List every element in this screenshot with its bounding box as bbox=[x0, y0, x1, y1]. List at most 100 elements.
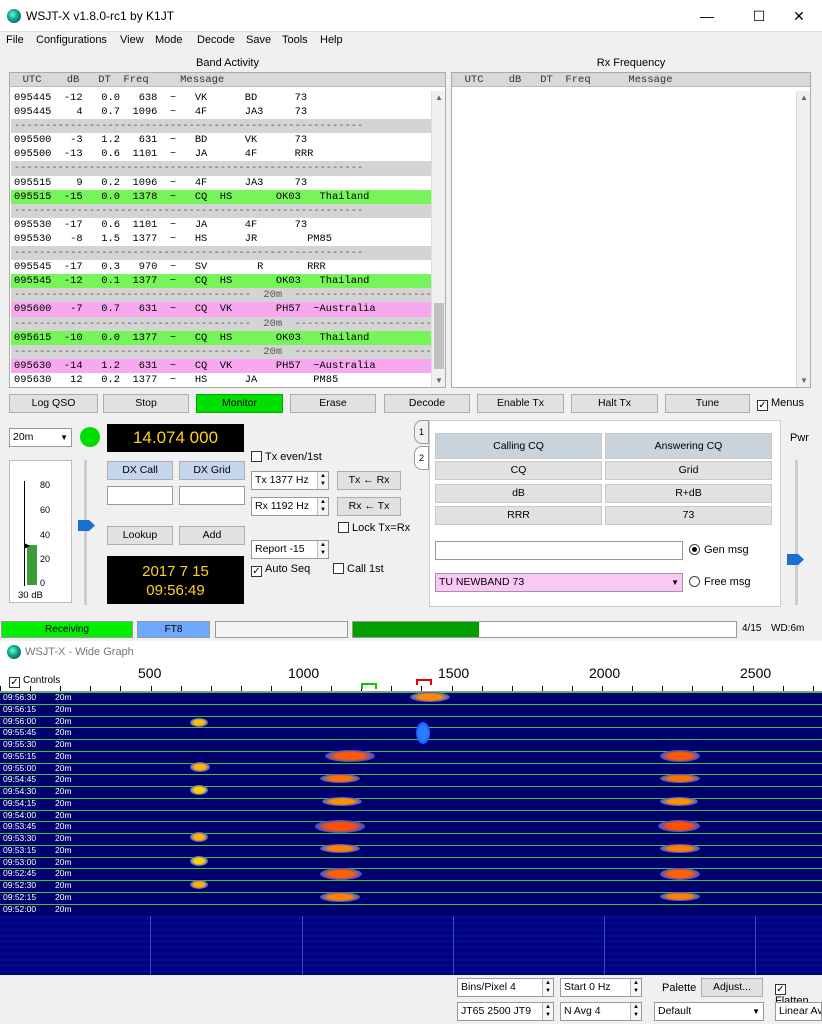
band-activity-row[interactable]: 095545 -17 0.3 970 ~ SV R RRR bbox=[11, 260, 432, 274]
checkbox-icon[interactable]: ✓ bbox=[251, 566, 262, 577]
close-icon[interactable]: ✕ bbox=[776, 0, 822, 32]
halt-tx-button[interactable]: Halt Tx bbox=[571, 394, 658, 413]
checkbox-icon[interactable] bbox=[333, 563, 344, 574]
tune-button[interactable]: Tune bbox=[665, 394, 750, 413]
band-activity-row[interactable]: 095615 -10 0.0 1377 ~ CQ HS OK03 Thailan… bbox=[11, 330, 432, 345]
menus-checkbox[interactable]: ✓ Menus bbox=[757, 397, 804, 411]
report-spinbox[interactable]: Report -15 ▲ ▼ bbox=[251, 540, 329, 559]
dx-grid-button[interactable]: DX Grid bbox=[179, 461, 245, 480]
rrr-button[interactable]: RRR bbox=[435, 506, 602, 525]
band-activity-row[interactable]: 095530 -8 1.5 1377 ~ HS JR PM85 bbox=[11, 232, 432, 246]
call-1st-checkbox[interactable]: Call 1st bbox=[333, 563, 384, 575]
pwr-slider-handle[interactable] bbox=[787, 554, 804, 565]
monitor-button[interactable]: Monitor bbox=[196, 394, 283, 413]
n-avg-spinbox[interactable]: N Avg 4 ▲ ▼ bbox=[560, 1002, 642, 1021]
dx-call-input[interactable] bbox=[107, 486, 173, 505]
menus-check-icon[interactable]: ✓ bbox=[757, 400, 768, 411]
band-activity-row[interactable]: ----------------------------------------… bbox=[11, 161, 432, 176]
minimize-icon[interactable]: — bbox=[684, 0, 730, 32]
tx-from-rx-button[interactable]: Tx ← Rx bbox=[337, 471, 401, 490]
menu-file[interactable]: File bbox=[6, 34, 24, 46]
gain-slider-handle[interactable] bbox=[78, 520, 95, 531]
band-activity-row[interactable]: -------------------------------------- 2… bbox=[11, 344, 432, 359]
enable-tx-button[interactable]: Enable Tx bbox=[477, 394, 564, 413]
menu-mode[interactable]: Mode bbox=[155, 34, 183, 46]
band-activity-row[interactable]: 095445 -12 0.0 638 ~ VK BD 73 bbox=[11, 91, 432, 105]
band-activity-row[interactable]: ----------------------------------------… bbox=[11, 246, 432, 261]
palette-select[interactable]: Default ▼ bbox=[654, 1002, 764, 1021]
band-activity-row[interactable]: 095500 -3 1.2 631 ~ BD VK 73 bbox=[11, 133, 432, 147]
rx-frequency-scrollbar[interactable]: ▲ ▼ bbox=[796, 91, 810, 387]
free-msg-radio[interactable]: Free msg bbox=[689, 576, 750, 588]
spin-arrows-icon[interactable]: ▲ ▼ bbox=[317, 472, 328, 489]
spin-arrows-icon[interactable]: ▲ ▼ bbox=[542, 979, 553, 996]
lock-tx-rx-checkbox[interactable]: Lock Tx=Rx bbox=[338, 522, 410, 534]
band-activity-row[interactable]: 095445 4 0.7 1096 ~ 4F JA3 73 bbox=[11, 105, 432, 119]
bins-per-pixel-spinbox[interactable]: Bins/Pixel 4 ▲ ▼ bbox=[457, 978, 554, 997]
band-activity-row[interactable]: 095530 -17 0.6 1101 ~ JA 4F 73 bbox=[11, 218, 432, 232]
spin-arrows-icon[interactable]: ▲ ▼ bbox=[542, 1003, 553, 1020]
chevron-down-icon[interactable]: ▼ bbox=[752, 1003, 760, 1020]
rx-frequency-list[interactable]: UTC dB DT Freq Message ▲ ▼ bbox=[451, 72, 811, 388]
mode-range-spinbox[interactable]: JT65 2500 JT9 ▲ ▼ bbox=[457, 1002, 554, 1021]
add-button[interactable]: Add bbox=[179, 526, 245, 545]
band-activity-row[interactable]: 095630 -14 1.2 631 ~ CQ VK PH57 ~Austral… bbox=[11, 358, 432, 373]
r-db-button[interactable]: R+dB bbox=[605, 484, 772, 503]
decode-button[interactable]: Decode bbox=[384, 394, 470, 413]
menu-view[interactable]: View bbox=[120, 34, 144, 46]
tx-frequency-spinbox[interactable]: Tx 1377 Hz ▲ ▼ bbox=[251, 471, 329, 490]
scroll-thumb[interactable] bbox=[434, 303, 444, 369]
scroll-up-icon[interactable]: ▲ bbox=[797, 93, 811, 102]
band-activity-row[interactable]: 095545 -12 0.1 1377 ~ CQ HS OK03 Thailan… bbox=[11, 274, 432, 289]
menu-configurations[interactable]: Configurations bbox=[36, 34, 107, 46]
gen-msg-radio[interactable]: Gen msg bbox=[689, 544, 749, 556]
start-frequency-spinbox[interactable]: Start 0 Hz ▲ ▼ bbox=[560, 978, 642, 997]
gen-msg-input[interactable] bbox=[435, 541, 683, 560]
waterfall-display[interactable]: 09:56:30 20m 09:56:15 20m 09:56:00 20m 09:55:4… bbox=[0, 692, 822, 975]
rx-from-tx-button[interactable]: Rx ← Tx bbox=[337, 497, 401, 516]
band-activity-row[interactable]: -------------------------------------- 2… bbox=[11, 288, 432, 303]
cq-button[interactable]: CQ bbox=[435, 461, 602, 480]
spin-arrows-icon[interactable]: ▲ ▼ bbox=[317, 541, 328, 558]
band-activity-list[interactable]: UTC dB DT Freq Message 095445 -12 0.0 63… bbox=[9, 72, 446, 388]
radio-icon[interactable] bbox=[689, 544, 700, 555]
menu-decode[interactable]: Decode bbox=[197, 34, 235, 46]
band-select[interactable]: 20m ▼ bbox=[9, 428, 72, 447]
spin-arrows-icon[interactable]: ▲ ▼ bbox=[317, 498, 328, 515]
lookup-button[interactable]: Lookup bbox=[107, 526, 173, 545]
checkbox-icon[interactable]: ✓ bbox=[775, 984, 786, 995]
gain-slider-track[interactable] bbox=[84, 460, 87, 605]
log-qso-button[interactable]: Log QSO bbox=[9, 394, 98, 413]
checkbox-icon[interactable] bbox=[338, 522, 349, 533]
band-activity-row[interactable]: -------------------------------------- 2… bbox=[11, 316, 432, 331]
tab-1[interactable]: 1 bbox=[414, 420, 429, 444]
scroll-up-icon[interactable]: ▲ bbox=[432, 93, 446, 102]
dx-grid-input[interactable] bbox=[179, 486, 245, 505]
adjust-button[interactable]: Adjust... bbox=[701, 978, 763, 997]
checkbox-icon[interactable] bbox=[251, 451, 262, 462]
band-activity-row[interactable]: 095630 12 0.2 1377 ~ HS JA PM85 bbox=[11, 373, 432, 387]
menu-save[interactable]: Save bbox=[246, 34, 271, 46]
scroll-down-icon[interactable]: ▼ bbox=[797, 376, 811, 385]
band-activity-scrollbar[interactable]: ▲ ▼ bbox=[431, 91, 445, 387]
band-activity-row[interactable]: ----------------------------------------… bbox=[11, 203, 432, 218]
band-activity-row[interactable]: ----------------------------------------… bbox=[11, 119, 432, 134]
dx-call-button[interactable]: DX Call bbox=[107, 461, 173, 480]
radio-icon[interactable] bbox=[689, 576, 700, 587]
band-activity-row[interactable]: 095515 9 0.2 1096 ~ 4F JA3 73 bbox=[11, 176, 432, 190]
free-msg-input[interactable]: TU NEWBAND 73 ▼ bbox=[435, 573, 683, 592]
scroll-down-icon[interactable]: ▼ bbox=[432, 376, 446, 385]
band-activity-row[interactable]: 095515 -15 0.0 1378 ~ CQ HS OK03 Thailan… bbox=[11, 189, 432, 204]
menu-tools[interactable]: Tools bbox=[282, 34, 308, 46]
pwr-slider-track[interactable] bbox=[795, 460, 798, 605]
tab-2[interactable]: 2 bbox=[414, 446, 429, 470]
frequency-ruler[interactable]: ✓ Controls 500 1000 1500 2000 2500 bbox=[0, 663, 822, 692]
menu-help[interactable]: Help bbox=[320, 34, 343, 46]
rx-frequency-spinbox[interactable]: Rx 1192 Hz ▲ ▼ bbox=[251, 497, 329, 516]
spin-arrows-icon[interactable]: ▲ ▼ bbox=[630, 979, 641, 996]
band-activity-row[interactable]: 095500 -13 0.6 1101 ~ JA 4F RRR bbox=[11, 147, 432, 161]
average-mode-select[interactable]: Linear Av bbox=[775, 1002, 822, 1021]
stop-button[interactable]: Stop bbox=[103, 394, 189, 413]
auto-seq-checkbox[interactable]: ✓ Auto Seq bbox=[251, 563, 310, 577]
grid-button[interactable]: Grid bbox=[605, 461, 772, 480]
